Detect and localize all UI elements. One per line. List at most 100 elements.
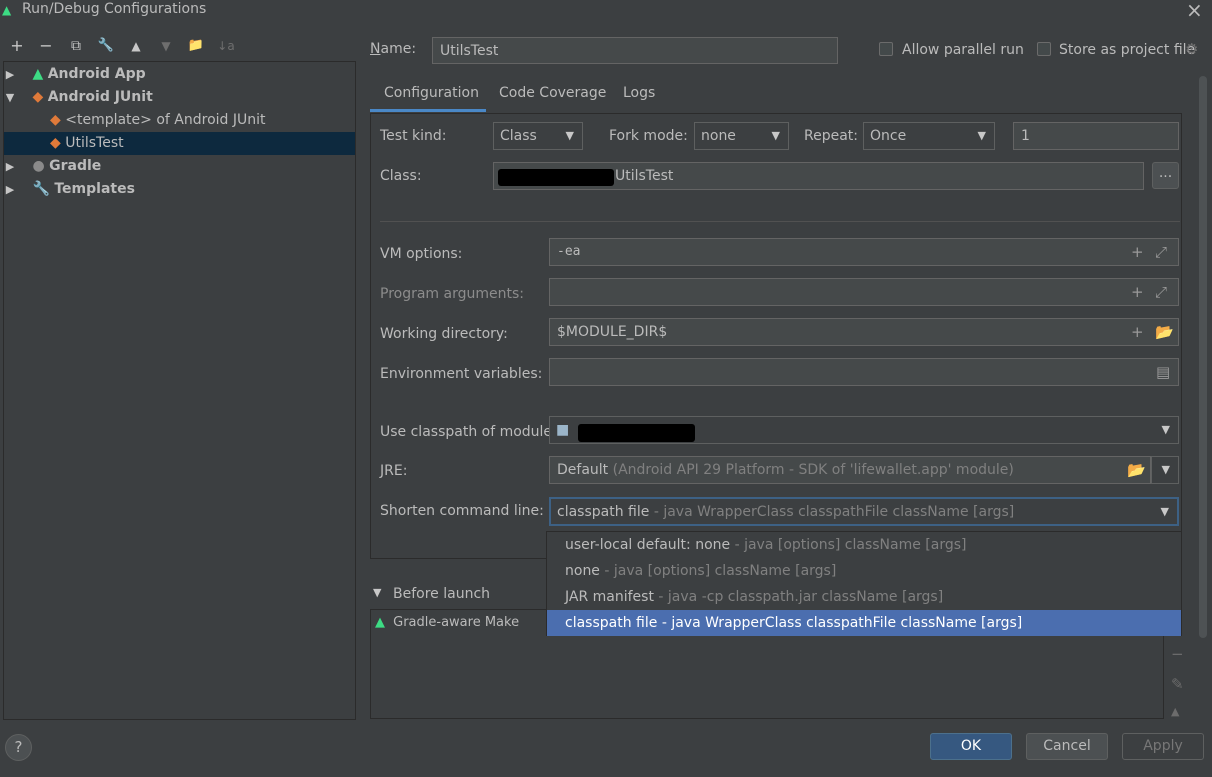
test-kind-select[interactable]: Class ▼ [493, 122, 583, 150]
vm-options-input[interactable]: -ea [549, 238, 1179, 266]
program-args-input[interactable] [549, 278, 1179, 306]
collapse-arrow-icon[interactable]: ▼ [4, 86, 16, 109]
classpath-label: Use classpath of module: [380, 424, 557, 440]
close-icon[interactable]: × [1186, 0, 1203, 22]
dropdown-option-user-local[interactable]: user-local default: none - java [options… [547, 532, 1181, 558]
gradle-icon: ● [32, 158, 45, 174]
working-dir-input[interactable]: $MODULE_DIR$ [549, 318, 1179, 346]
plus-icon[interactable]: + [1131, 283, 1144, 301]
chevron-down-icon: ▼ [565, 129, 574, 142]
android-icon: ▲ [32, 66, 44, 82]
test-kind-label: Test kind: [380, 128, 447, 144]
env-vars-input[interactable] [549, 358, 1179, 386]
collapse-arrow-icon[interactable]: ▼ [373, 586, 381, 599]
folder-icon[interactable]: 📁 [186, 34, 206, 58]
remove-task-icon[interactable]: − [1171, 645, 1184, 663]
copy-config-button[interactable]: ⧉ [66, 34, 86, 58]
jre-input[interactable]: Default (Android API 29 Platform - SDK o… [549, 456, 1151, 484]
name-input[interactable]: UtilsTest [432, 37, 838, 64]
program-args-label: Program arguments: [380, 286, 524, 302]
tree-label: Templates [54, 181, 135, 197]
tree-label: Gradle [49, 158, 102, 174]
allow-parallel-checkbox[interactable] [879, 42, 893, 56]
apply-button[interactable]: Apply [1122, 733, 1204, 760]
tab-logs[interactable]: Logs [623, 85, 655, 101]
name-label: Name: [370, 41, 417, 57]
shorten-command-dropdown: user-local default: none - java [options… [546, 531, 1182, 636]
tab-configuration[interactable]: Configuration [384, 85, 479, 101]
class-label: Class: [380, 168, 422, 184]
dropdown-option-none[interactable]: none - java [options] className [args] [547, 558, 1181, 584]
scrollbar[interactable] [1199, 76, 1207, 638]
expand-arrow-icon[interactable]: ▶ [4, 63, 16, 86]
add-config-button[interactable]: + [7, 34, 27, 58]
expand-icon[interactable]: ⤢ [1155, 283, 1167, 301]
move-up-button[interactable]: ▲ [126, 34, 146, 58]
tree-label: UtilsTest [65, 135, 124, 151]
store-as-project-checkbox[interactable] [1037, 42, 1051, 56]
shorten-command-select[interactable]: classpath file - java WrapperClass class… [549, 497, 1179, 526]
active-tab-indicator [370, 109, 486, 112]
dropdown-option-classpath-file[interactable]: classpath file - java WrapperClass class… [547, 610, 1181, 636]
tree-node-template[interactable]: ◆ <template> of Android JUnit [4, 109, 355, 132]
tab-code-coverage[interactable]: Code Coverage [499, 85, 606, 101]
dropdown-option-jar-manifest[interactable]: JAR manifest - java -cp classpath.jar cl… [547, 584, 1181, 610]
classpath-module-select[interactable]: ■ ▼ [549, 416, 1179, 444]
move-task-up-icon[interactable]: ▲ [1171, 705, 1179, 718]
chevron-down-icon: ▼ [1160, 505, 1169, 518]
repeat-label: Repeat: [804, 128, 858, 144]
expand-icon[interactable]: ⤢ [1155, 243, 1167, 261]
tree-label: <template> of Android JUnit [65, 112, 266, 128]
repeat-select[interactable]: Once ▼ [863, 122, 995, 150]
tree-node-templates[interactable]: ▶ 🔧 Templates [4, 178, 355, 201]
tree-node-utilstest[interactable]: ◆ UtilsTest [4, 132, 355, 155]
edit-task-icon[interactable]: ✎ [1171, 675, 1184, 693]
plus-icon[interactable]: + [1131, 243, 1144, 261]
tree-node-android-app[interactable]: ▶ ▲ Android App [4, 63, 355, 86]
module-icon: ■ [556, 422, 570, 438]
redacted-module [578, 424, 695, 442]
tab-bar: Configuration Code Coverage Logs [370, 83, 1182, 113]
tree-label: Android JUnit [47, 89, 153, 105]
junit-template-icon: ◆ [50, 112, 61, 128]
repeat-count-input[interactable]: 1 [1013, 122, 1179, 150]
move-down-button[interactable]: ▼ [156, 34, 176, 58]
folder-icon[interactable]: 📂 [1127, 461, 1146, 479]
title-bar: ▲ Run/Debug Configurations × [0, 0, 1212, 22]
remove-config-button[interactable]: − [36, 34, 56, 58]
edit-defaults-icon[interactable]: 🔧 [96, 34, 116, 58]
tree-node-android-junit[interactable]: ▼ ◆ Android JUnit [4, 86, 355, 109]
android-icon: ▲ [2, 3, 12, 17]
config-tree: ▶ ▲ Android App ▼ ◆ Android JUnit ◆ <tem… [3, 61, 356, 720]
sort-icon[interactable]: ↓a [216, 34, 236, 58]
document-icon[interactable]: ▤ [1156, 363, 1170, 381]
tree-node-gradle[interactable]: ▶ ● Gradle [4, 155, 355, 178]
expand-arrow-icon[interactable]: ▶ [4, 178, 16, 201]
chevron-down-icon: ▼ [977, 129, 986, 142]
junit-icon: ◆ [50, 135, 61, 151]
fork-mode-label: Fork mode: [609, 128, 688, 144]
store-as-project-label: Store as project file [1059, 42, 1196, 58]
junit-icon: ◆ [32, 89, 44, 105]
plus-icon[interactable]: + [1131, 323, 1144, 341]
gear-icon[interactable]: ⚙ [1185, 40, 1198, 58]
chevron-down-icon: ▼ [1161, 463, 1170, 476]
redacted-package [498, 169, 614, 186]
folder-icon[interactable]: 📂 [1155, 323, 1174, 341]
android-icon: ▲ [375, 615, 385, 630]
chevron-down-icon: ▼ [1161, 423, 1170, 436]
jre-dropdown-button[interactable]: ▼ [1151, 456, 1179, 484]
working-dir-label: Working directory: [380, 326, 508, 342]
ok-button[interactable]: OK [930, 733, 1012, 760]
before-launch-item[interactable]: ▲ Gradle-aware Make [371, 610, 545, 636]
help-button[interactable]: ? [5, 734, 32, 761]
before-launch-label: Before launch [393, 586, 491, 602]
class-input[interactable]: UtilsTest [493, 162, 1144, 190]
jre-label: JRE: [380, 463, 408, 479]
config-toolbar: + − ⧉ 🔧 ▲ ▼ 📁 ↓a [0, 34, 360, 58]
browse-class-button[interactable]: ... [1152, 162, 1179, 189]
expand-arrow-icon[interactable]: ▶ [4, 155, 16, 178]
shorten-label: Shorten command line: [380, 503, 544, 519]
fork-mode-select[interactable]: none ▼ [694, 122, 789, 150]
cancel-button[interactable]: Cancel [1026, 733, 1108, 760]
